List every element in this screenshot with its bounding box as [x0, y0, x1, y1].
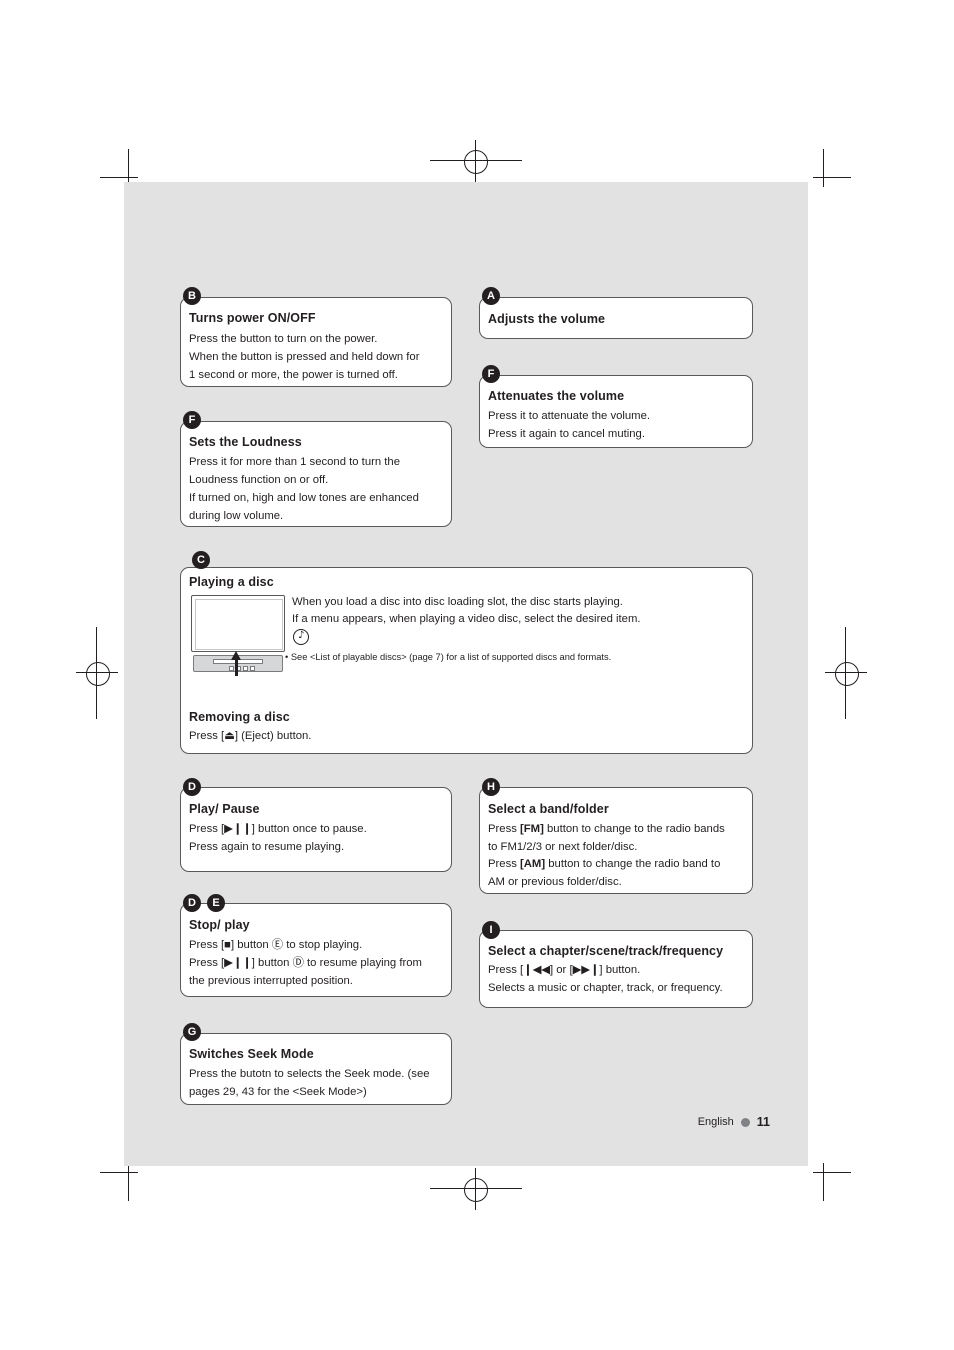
title-sets-loudness: Sets the Loudness	[189, 435, 302, 449]
badge-f-attenuate: F	[482, 365, 500, 383]
text-stop-play-3: the previous interrupted position.	[189, 975, 353, 987]
crop-mark-bl-v	[128, 1163, 129, 1201]
title-playing-disc: Playing a disc	[189, 575, 274, 589]
text-turns-power-2: When the button is pressed and held down…	[189, 351, 420, 363]
text-band-4: AM or previous folder/disc.	[488, 876, 622, 888]
text-loudness-1: Press it for more than 1 second to turn …	[189, 456, 400, 468]
text-play-pause-1: Press [▶❙❙] button once to pause.	[189, 823, 367, 835]
title-select-band: Select a band/folder	[488, 802, 609, 816]
text-attenuate-1: Press it to attenuate the volume.	[488, 410, 651, 422]
player-buttons	[229, 666, 261, 671]
text-band-1: Press [FM] button to change to the radio…	[488, 823, 725, 835]
text-loudness-3: If turned on, high and low tones are enh…	[189, 492, 419, 504]
text-playing-disc-1: When you load a disc into disc loading s…	[292, 596, 623, 608]
title-attenuates-volume: Attenuates the volume	[488, 389, 625, 403]
monitor-screen-inner	[195, 599, 283, 650]
reg-circle-left	[86, 662, 110, 686]
text-loudness-2: Loudness function on or off.	[189, 474, 329, 486]
badge-f-loudness: F	[183, 411, 201, 429]
badge-g-seek: G	[183, 1023, 201, 1041]
title-turns-power: Turns power ON/OFF	[189, 311, 316, 325]
text-seek-2: pages 29, 43 for the <Seek Mode>)	[189, 1086, 367, 1098]
footer-language: English	[697, 1116, 734, 1128]
badge-b-power: B	[183, 287, 201, 305]
title-play-pause: Play/ Pause	[189, 802, 260, 816]
text-band-2: to FM1/2/3 or next folder/disc.	[488, 841, 638, 853]
crop-mark-br-h	[813, 1172, 851, 1173]
text-play-pause-2: Press again to resume playing.	[189, 841, 345, 853]
footer-dot-icon	[740, 1117, 750, 1127]
text-removing-disc-1: Press [⏏] (Eject) button.	[189, 730, 312, 742]
footer-page-number: 11	[756, 1115, 770, 1129]
title-adjusts-volume: Adjusts the volume	[488, 312, 606, 326]
crop-mark-br-v	[823, 1163, 824, 1201]
badge-e-stop-play: E	[207, 894, 225, 912]
badge-d-stop-play: D	[183, 894, 201, 912]
badge-a-volume: A	[482, 287, 500, 305]
text-chapter-2: Selects a music or chapter, track, or fr…	[488, 982, 723, 994]
text-stop-play-2: Press [▶❙❙] button Ⓓ to resume playing f…	[189, 957, 422, 969]
title-select-chapter: Select a chapter/scene/track/frequency	[488, 944, 724, 958]
text-turns-power-1: Press the button to turn on the power.	[189, 333, 378, 345]
reg-circle-bottom	[464, 1178, 488, 1202]
monitor-screen	[191, 595, 285, 652]
title-switches-seek: Switches Seek Mode	[189, 1047, 314, 1061]
note-icon: ♪	[293, 629, 309, 645]
reg-circle-top	[464, 150, 488, 174]
text-stop-play-1: Press [■] button Ⓔ to stop playing.	[189, 939, 363, 951]
page-footer: English 11	[698, 1115, 770, 1129]
badge-d-play-pause: D	[183, 778, 201, 796]
badge-c-disc: C	[192, 551, 210, 569]
disc-player-illustration	[191, 595, 287, 683]
text-chapter-1: Press [❙◀◀] or [▶▶❙] button.	[488, 964, 641, 976]
badge-h-band: H	[482, 778, 500, 796]
text-band-3: Press [AM] button to change the radio ba…	[488, 858, 721, 870]
text-loudness-4: during low volume.	[189, 510, 284, 522]
text-playing-disc-2: If a menu appears, when playing a video …	[292, 613, 641, 625]
title-removing-disc: Removing a disc	[189, 710, 290, 724]
reg-circle-right	[835, 662, 859, 686]
crop-mark-tr-v	[823, 149, 824, 187]
text-attenuate-2: Press it again to cancel muting.	[488, 428, 645, 440]
crop-mark-bl-h	[100, 1172, 138, 1173]
text-turns-power-3: 1 second or more, the power is turned of…	[189, 369, 398, 381]
text-seek-1: Press the butotn to selects the Seek mod…	[189, 1068, 430, 1080]
crop-mark-tl-h	[100, 177, 138, 178]
crop-mark-tr-h	[813, 177, 851, 178]
title-stop-play: Stop/ play	[189, 918, 250, 932]
badge-i-chapter: I	[482, 921, 500, 939]
note-playable-discs: • See <List of playable discs> (page 7) …	[285, 652, 612, 662]
